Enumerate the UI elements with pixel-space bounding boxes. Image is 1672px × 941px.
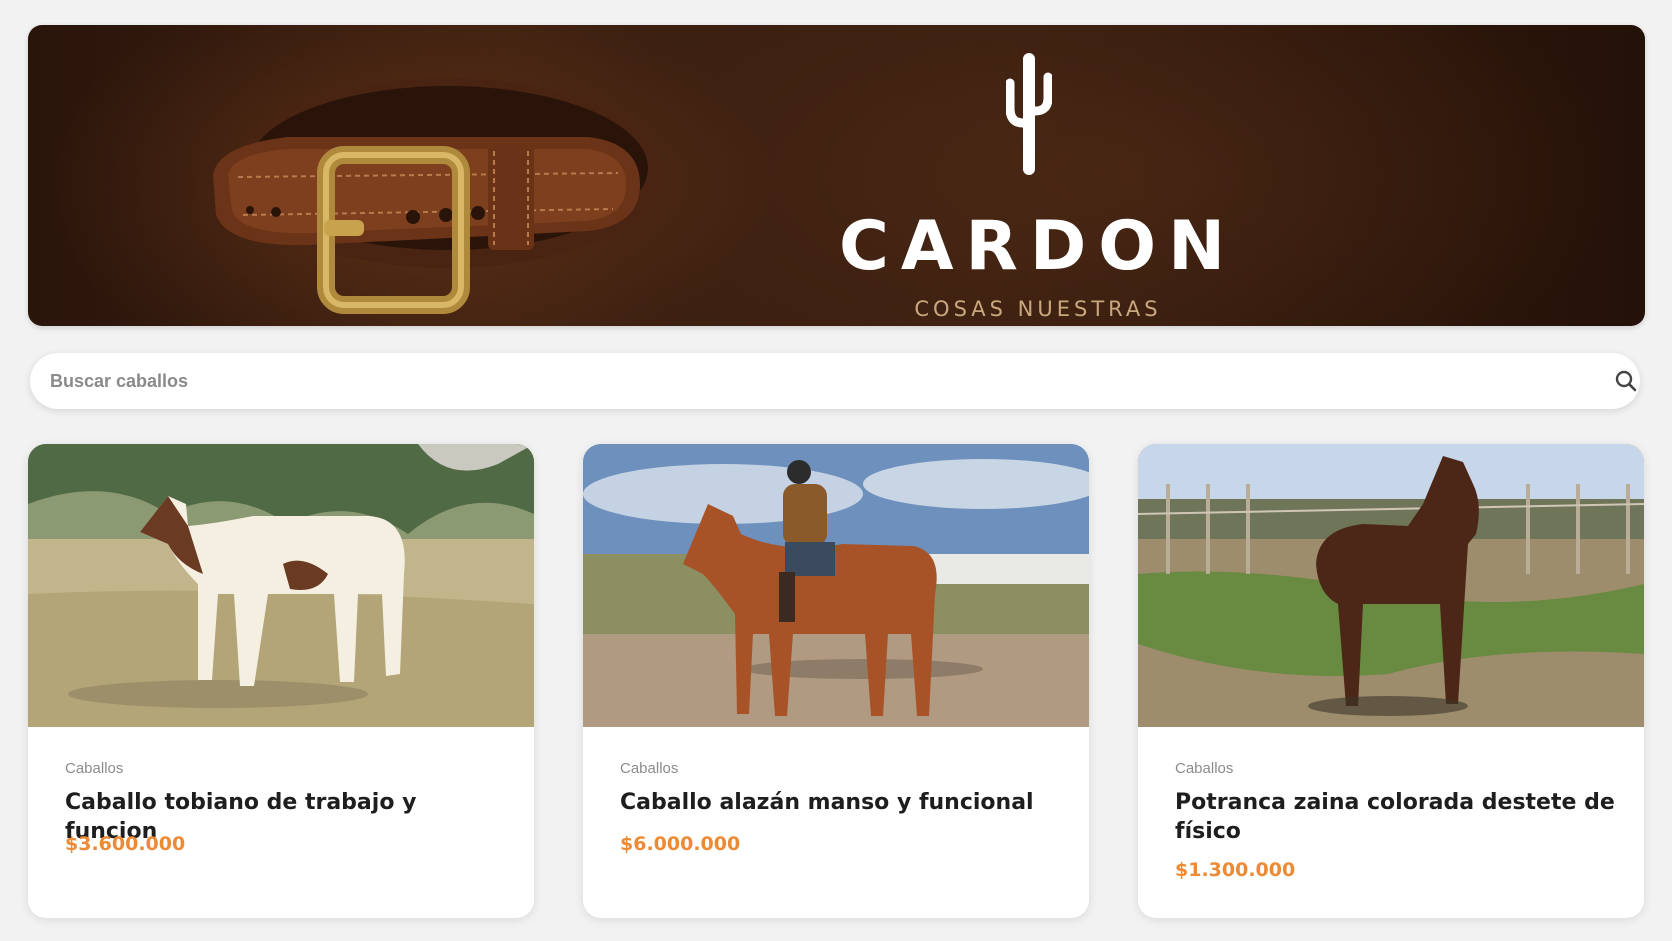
listing-price: $6.000.000	[620, 833, 741, 855]
search-input[interactable]	[50, 353, 1550, 409]
listing-card[interactable]: Caballos Caballo tobiano de trabajo y fu…	[28, 444, 534, 918]
listing-card[interactable]: Caballos Caballo alazán manso y funciona…	[583, 444, 1089, 918]
listing-category: Caballos	[65, 760, 124, 777]
search-bar	[30, 353, 1640, 409]
brand-name: CARDON	[838, 207, 1238, 286]
listing-photo[interactable]	[1138, 444, 1644, 727]
listing-category: Caballos	[620, 760, 679, 777]
listing-card[interactable]: Caballos Potranca zaina colorada destete…	[1138, 444, 1644, 918]
brand-tagline: COSAS NUESTRAS	[914, 297, 1162, 321]
listing-title[interactable]: Potranca zaina colorada destete de físic…	[1175, 788, 1615, 846]
hero-banner: CARDON COSAS NUESTRAS	[28, 25, 1645, 326]
listing-price: $3.600.000	[65, 833, 186, 855]
brand-logo[interactable]: CARDON COSAS NUESTRAS	[808, 53, 1268, 323]
listing-photo[interactable]	[583, 444, 1089, 727]
listing-title[interactable]: Caballo alazán manso y funcional	[620, 788, 1060, 817]
listing-category: Caballos	[1175, 760, 1234, 777]
search-icon[interactable]	[1614, 369, 1638, 393]
listing-photo[interactable]	[28, 444, 534, 727]
listing-price: $1.300.000	[1175, 859, 1296, 881]
cactus-icon	[1006, 53, 1052, 175]
